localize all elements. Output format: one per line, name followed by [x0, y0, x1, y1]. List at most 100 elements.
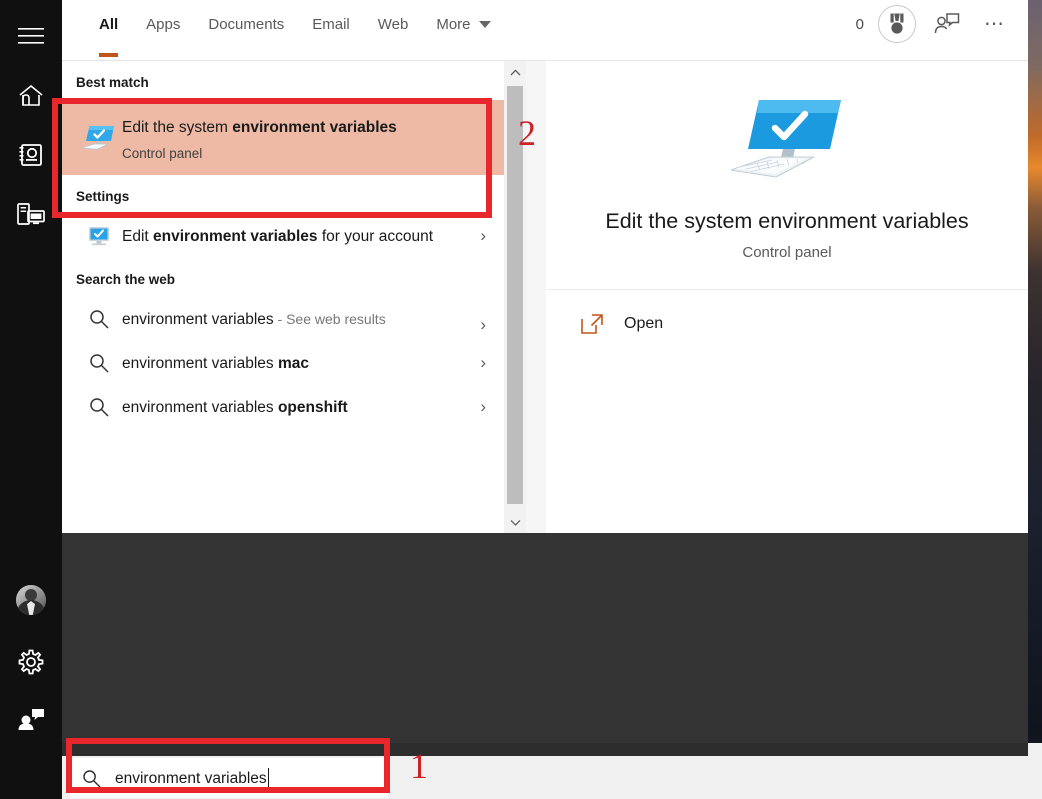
taskbar: environment variables: [0, 743, 1042, 799]
tab-web-label: Web: [377, 15, 409, 33]
open-external-icon: [580, 312, 604, 336]
web-suggestion-title-1: environment variables mac: [122, 351, 468, 376]
sidebar-item-settings[interactable]: [0, 638, 62, 686]
home-icon: [18, 84, 44, 108]
web-suggestion-title-0: environment variables - See web results: [122, 307, 468, 332]
tab-all-label: All: [99, 15, 119, 33]
search-flyout: All Apps Documents Email Web More 0 ⋯ Be…: [62, 0, 1028, 533]
person-feedback-icon: [17, 708, 45, 730]
section-heading-best-match: Best match: [76, 75, 149, 90]
taskbar-search-text: environment variables: [115, 770, 267, 787]
search-header-actions: 0 ⋯: [856, 0, 1012, 48]
web-suggestion-item-1[interactable]: environment variables mac ›: [62, 341, 504, 385]
taskbar-search-value: environment variables: [115, 768, 269, 788]
open-action-label: Open: [624, 315, 664, 332]
tab-email[interactable]: Email: [298, 0, 364, 48]
settings-title-bold: environment variables: [153, 228, 318, 246]
preview-title: Edit the system environment variables: [605, 209, 969, 233]
web-sugg-2-bold: openshift: [277, 399, 348, 417]
sidebar-item-notebook[interactable]: [0, 131, 62, 179]
best-match-title-prefix: Edit the system: [122, 119, 233, 136]
tab-email-label: Email: [312, 15, 350, 33]
monitor-keyboard-check-icon: [546, 97, 1028, 183]
best-match-result[interactable]: Edit the system environment variables Co…: [62, 100, 504, 176]
section-heading-settings: Settings: [76, 189, 130, 205]
search-flyout-body: Best match Edit the system environment v…: [62, 61, 1028, 533]
tab-all[interactable]: All: [85, 0, 132, 57]
web-suggestion-text-0: environment variables - See web results: [122, 306, 468, 332]
web-suggestion-text-1: environment variables mac: [122, 350, 468, 376]
scroll-up-arrow-icon[interactable]: [504, 61, 526, 83]
sidebar-item-home[interactable]: [0, 72, 62, 120]
chevron-right-icon[interactable]: ›: [480, 315, 486, 335]
annotation-label-2: 2: [518, 113, 536, 153]
tab-apps[interactable]: Apps: [132, 0, 194, 48]
taskbar-top-strip: [62, 743, 1028, 756]
search-tabs: All Apps Documents Email Web More: [62, 0, 505, 57]
tab-more[interactable]: More: [422, 0, 504, 48]
annotation-label-1: 1: [410, 746, 428, 786]
devices-icon: [17, 202, 45, 226]
best-match-title-bold: environment variables: [232, 119, 397, 136]
screen-root: All Apps Documents Email Web More 0 ⋯ Be…: [0, 0, 1042, 799]
chevron-down-icon: [478, 20, 491, 28]
monitor-check-small-icon: [76, 223, 122, 247]
chevron-right-icon[interactable]: ›: [480, 397, 486, 417]
medal-badge-icon[interactable]: [878, 5, 916, 43]
search-icon: [76, 394, 122, 417]
web-suggestion-item-2[interactable]: environment variables openshift ›: [62, 385, 504, 429]
best-match-subtitle: Control panel: [122, 146, 203, 162]
settings-title-suffix: for your account: [317, 228, 434, 246]
gear-icon: [18, 649, 44, 675]
web-sugg-1-prefix: environment variables: [122, 355, 278, 373]
preview-pane: Edit the system environment variables Co…: [546, 61, 1028, 533]
web-suggestion-item-0[interactable]: environment variables - See web results …: [62, 297, 504, 341]
hamburger-icon: [18, 27, 44, 45]
monitor-check-icon: [76, 122, 122, 154]
search-icon: [76, 350, 122, 373]
tab-more-label: More: [436, 15, 471, 33]
text-cursor: [267, 768, 269, 787]
account-avatar[interactable]: [16, 585, 46, 615]
web-sugg-0-muted: - See web results: [273, 311, 386, 328]
preview-subtitle: Control panel: [742, 244, 832, 261]
chevron-right-icon[interactable]: ›: [480, 226, 486, 246]
sidebar-item-devices[interactable]: [0, 190, 62, 238]
web-sugg-0-prefix: environment variables: [122, 311, 274, 329]
tab-documents-label: Documents: [208, 15, 285, 33]
ellipsis-icon[interactable]: ⋯: [978, 7, 1012, 41]
tab-web[interactable]: Web: [364, 0, 423, 48]
chevron-right-icon[interactable]: ›: [480, 353, 486, 373]
tab-apps-label: Apps: [146, 15, 181, 33]
desktop-wallpaper-edge: [1028, 0, 1042, 799]
settings-title-prefix: Edit: [122, 228, 154, 246]
person-feedback-icon[interactable]: [930, 7, 964, 41]
search-icon: [76, 306, 122, 329]
ellipsis-glyph: ⋯: [984, 13, 1006, 35]
open-action-button[interactable]: Open: [546, 290, 1028, 336]
notebook-icon: [18, 143, 44, 167]
preview-hero: Edit the system environment variables Co…: [546, 61, 1028, 290]
desktop-background: [62, 533, 1028, 743]
search-icon: [82, 769, 101, 788]
best-match-title: Edit the system environment variables: [122, 115, 468, 140]
hamburger-menu-button[interactable]: [0, 12, 62, 60]
scroll-down-arrow-icon[interactable]: [504, 511, 526, 533]
preview-card: Edit the system environment variables Co…: [546, 61, 1028, 336]
search-tabbar: All Apps Documents Email Web More 0 ⋯: [62, 0, 1028, 61]
web-sugg-2-prefix: environment variables: [122, 399, 278, 417]
settings-result-item[interactable]: Edit environment variables for your acco…: [62, 214, 504, 258]
web-sugg-1-bold: mac: [277, 355, 309, 373]
settings-result-text: Edit environment variables for your acco…: [122, 223, 468, 249]
settings-result-title: Edit environment variables for your acco…: [122, 224, 468, 249]
rewards-count: 0: [855, 15, 864, 33]
sidebar-item-feedback[interactable]: [0, 695, 62, 743]
tab-documents[interactable]: Documents: [194, 0, 298, 48]
search-results-list: Best match Edit the system environment v…: [62, 61, 504, 533]
web-suggestion-title-2: environment variables openshift: [122, 395, 468, 420]
section-heading-search-the-web: Search the web: [76, 272, 176, 288]
best-match-text: Edit the system environment variables Co…: [122, 114, 468, 161]
web-suggestion-text-2: environment variables openshift: [122, 394, 468, 420]
taskbar-search-box[interactable]: environment variables: [70, 758, 388, 798]
search-left-rail: [0, 0, 62, 799]
